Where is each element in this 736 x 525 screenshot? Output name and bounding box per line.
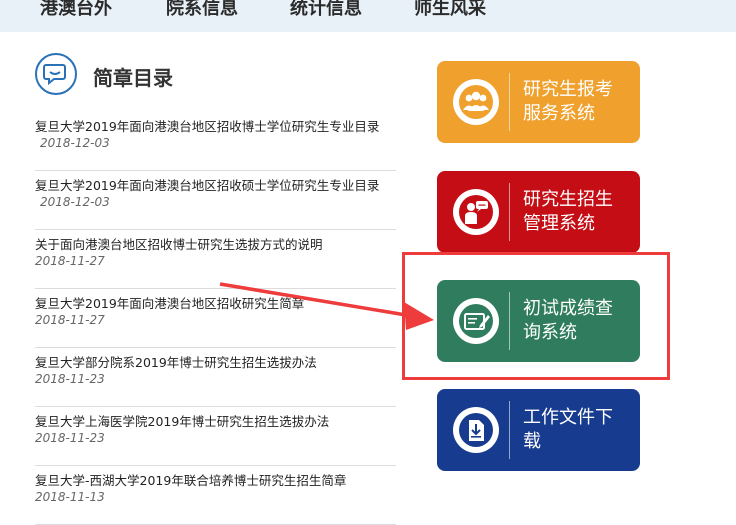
- red-arrow-annotation: [219, 282, 434, 330]
